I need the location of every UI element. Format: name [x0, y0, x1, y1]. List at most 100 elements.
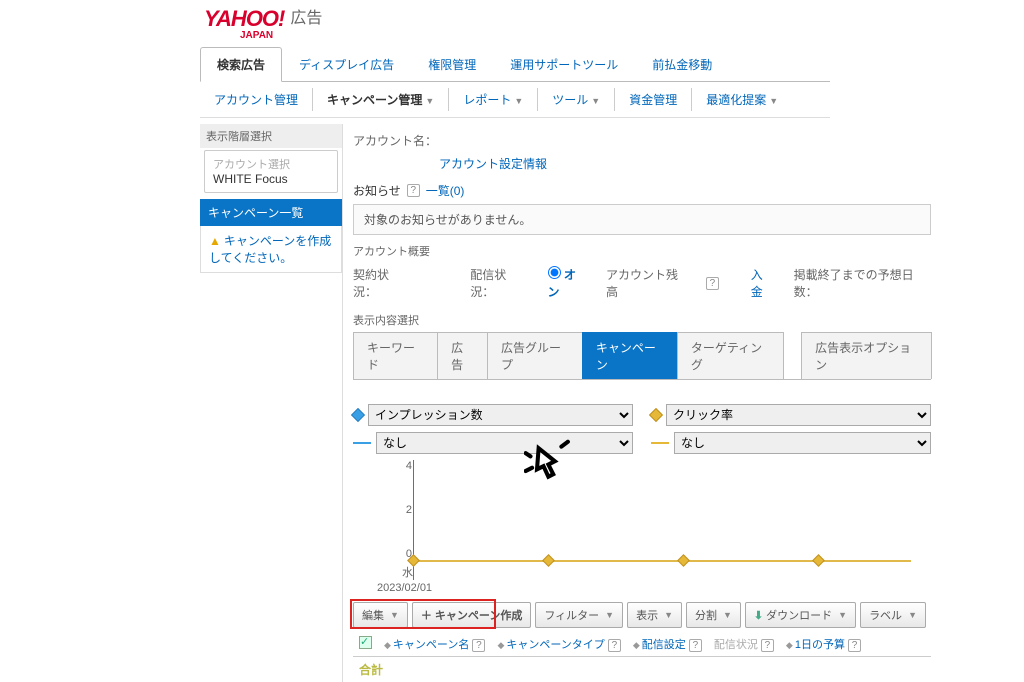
create-campaign-button[interactable]: ＋キャンペーン作成 [412, 602, 531, 628]
help-icon[interactable]: ? [706, 277, 719, 290]
col-status[interactable]: 配信状況 ? [714, 636, 774, 652]
chevron-down-icon: ▼ [390, 610, 399, 620]
table-total-row: 合計 [353, 657, 931, 682]
main-panel: アカウント名： アカウント設定情報 お知らせ ? 一覧(0) 対象のお知らせがあ… [342, 124, 931, 682]
logo-suffix: 広告 [290, 4, 322, 28]
metrics-chart: 4 2 0 水 [413, 460, 931, 580]
chevron-down-icon: ▼ [908, 610, 917, 620]
tab-support-tool[interactable]: 運用サポートツール [493, 47, 635, 81]
overview-label: アカウント概要 [353, 243, 931, 259]
display-button[interactable]: 表示▼ [627, 602, 682, 628]
primary-tabs: 検索広告 ディスプレイ広告 権限管理 運用サポートツール 前払金移動 [200, 47, 830, 82]
chevron-down-icon: ▼ [425, 96, 434, 106]
edit-button[interactable]: 編集▼ [353, 602, 408, 628]
tab-campaign[interactable]: キャンペーン [582, 332, 678, 379]
cursor-pointer-annotation [524, 432, 576, 493]
help-icon[interactable]: ? [608, 639, 621, 652]
days-remaining-label: 掲載終了までの予想日数： [794, 266, 931, 300]
series-line-icon [651, 442, 669, 444]
chevron-down-icon: ▼ [723, 610, 732, 620]
col-budget[interactable]: ◆1日の予算 ? [786, 636, 861, 652]
secondary-tabs: アカウント管理 キャンペーン管理▼ レポート▼ ツール▼ 資金管理 最適化提案▼ [200, 82, 830, 118]
help-icon[interactable]: ? [689, 639, 702, 652]
delivery-radio-on[interactable] [548, 266, 561, 279]
label-button[interactable]: ラベル▼ [860, 602, 926, 628]
metric-select-2[interactable]: なし [376, 432, 633, 454]
sort-icon: ◆ [786, 640, 793, 650]
help-icon[interactable]: ? [761, 639, 774, 652]
sort-icon: ◆ [633, 640, 640, 650]
sort-icon: ◆ [384, 640, 391, 650]
account-name-label: アカウント名： [353, 132, 437, 149]
plus-icon: ＋ [421, 607, 432, 623]
content-select-label: 表示内容選択 [353, 312, 931, 328]
chart-metric-selectors: インプレッション数 クリック率 [353, 404, 931, 426]
help-icon[interactable]: ? [848, 639, 861, 652]
notice-list-link[interactable]: 一覧(0) [426, 182, 465, 199]
deposit-link[interactable]: 入金 [751, 266, 774, 300]
account-settings-link[interactable]: アカウント設定情報 [439, 157, 547, 171]
warning-icon: ▲ [209, 234, 221, 248]
chevron-down-icon: ▼ [838, 610, 847, 620]
campaign-create-prompt[interactable]: ▲キャンペーンを作成してください。 [200, 226, 342, 273]
tab-permissions[interactable]: 権限管理 [411, 47, 493, 81]
split-button[interactable]: 分割▼ [686, 602, 741, 628]
balance-label: アカウント残高 [606, 266, 686, 300]
chevron-down-icon: ▼ [769, 96, 778, 106]
content-tabs: キーワード 広告 広告グループ キャンペーン ターゲティング 広告表示オプション [353, 332, 931, 380]
sort-icon: ◆ [497, 640, 504, 650]
chart-point [542, 554, 555, 567]
notice-label: お知らせ [353, 182, 401, 199]
select-all-checkbox[interactable] [359, 636, 372, 649]
chevron-down-icon: ▼ [605, 610, 614, 620]
subtab-report[interactable]: レポート▼ [449, 88, 538, 111]
subtab-campaign[interactable]: キャンペーン管理▼ [313, 88, 449, 111]
series-marker-icon [351, 408, 365, 422]
series-line-icon [353, 442, 371, 444]
chart-point [812, 554, 825, 567]
contract-label: 契約状況： [353, 266, 410, 300]
notice-empty-box: 対象のお知らせがありません。 [353, 204, 931, 235]
help-icon[interactable]: ? [472, 639, 485, 652]
account-select-value: WHITE Focus [205, 172, 337, 192]
sidebar: 表示階層選択 アカウント選択 WHITE Focus キャンペーン一覧 ▲キャン… [200, 124, 342, 682]
metric-select-3[interactable]: クリック率 [666, 404, 931, 426]
sidebar-hier-header: 表示階層選択 [200, 124, 342, 148]
download-button[interactable]: ⬇ダウンロード▼ [745, 602, 856, 628]
logo-sub: JAPAN [240, 30, 830, 41]
tab-adgroup[interactable]: 広告グループ [487, 332, 583, 379]
tab-display-ads[interactable]: ディスプレイ広告 [282, 47, 411, 81]
account-selector[interactable]: アカウント選択 WHITE Focus [204, 150, 338, 193]
subtab-tool[interactable]: ツール▼ [538, 88, 615, 111]
account-select-label: アカウント選択 [205, 151, 337, 172]
tab-keyword[interactable]: キーワード [353, 332, 438, 379]
download-icon: ⬇ [754, 609, 763, 622]
logo-block: YAHOO! 広告 [200, 6, 830, 32]
help-icon[interactable]: ? [407, 184, 420, 197]
tab-ad-options[interactable]: 広告表示オプション [801, 332, 932, 379]
logo-brand: YAHOO! [204, 6, 284, 32]
metric-select-1[interactable]: インプレッション数 [368, 404, 633, 426]
tab-prepay[interactable]: 前払金移動 [635, 47, 729, 81]
filter-button[interactable]: フィルター▼ [535, 602, 623, 628]
chart-point [677, 554, 690, 567]
table-header-row: ◆キャンペーン名 ? ◆キャンペーンタイプ ? ◆配信設定 ? 配信状況 ? ◆… [353, 628, 931, 657]
table-toolbar: 編集▼ ＋キャンペーン作成 フィルター▼ 表示▼ 分割▼ ⬇ダウンロード▼ ラベ… [353, 602, 931, 628]
y-tick: 2 [400, 504, 412, 516]
y-tick: 4 [400, 460, 412, 472]
subtab-optimize[interactable]: 最適化提案▼ [692, 88, 792, 111]
chevron-down-icon: ▼ [514, 96, 523, 106]
subtab-account[interactable]: アカウント管理 [200, 88, 313, 111]
metric-select-4[interactable]: なし [674, 432, 931, 454]
subtab-funds[interactable]: 資金管理 [615, 88, 692, 111]
chevron-down-icon: ▼ [664, 610, 673, 620]
col-campaign-name[interactable]: ◆キャンペーン名 ? [384, 636, 485, 652]
tab-search-ads[interactable]: 検索広告 [200, 47, 282, 82]
chart-series-line [414, 560, 911, 562]
campaign-list-header[interactable]: キャンペーン一覧 [200, 199, 342, 226]
col-delivery[interactable]: ◆配信設定 ? [633, 636, 702, 652]
col-campaign-type[interactable]: ◆キャンペーンタイプ ? [497, 636, 620, 652]
x-tick-day: 水 [402, 564, 413, 580]
tab-targeting[interactable]: ターゲティング [677, 332, 784, 379]
tab-ad[interactable]: 広告 [437, 332, 488, 379]
